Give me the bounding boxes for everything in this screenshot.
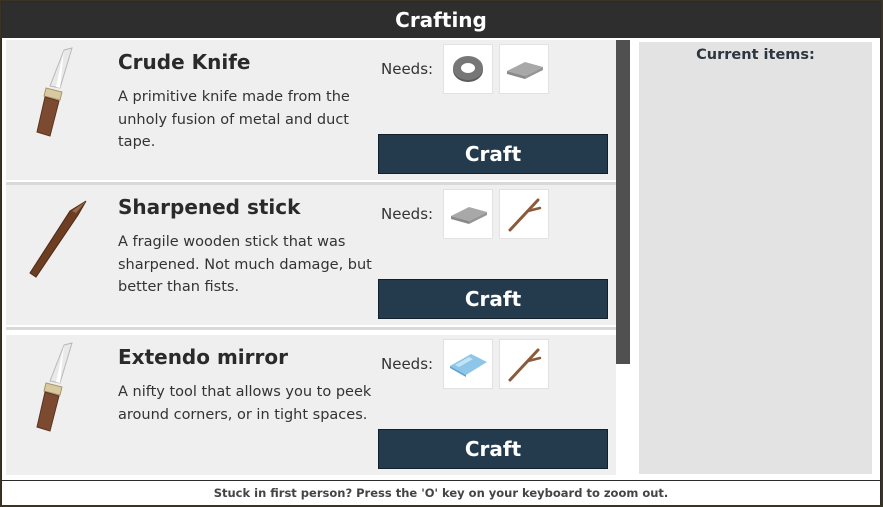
mirror-glass-icon xyxy=(443,339,493,389)
metal-plate-icon xyxy=(443,189,493,239)
knife-icon xyxy=(36,342,73,432)
recipe-row: Sharpened stick A fragile wooden stick t… xyxy=(6,185,616,330)
needs-label: Needs: xyxy=(381,355,434,373)
duct-tape-icon xyxy=(443,44,493,94)
recipe-description: A nifty tool that allows you to peek aro… xyxy=(118,384,372,423)
current-items-panel: Current items: xyxy=(639,42,872,474)
craft-button[interactable]: Craft xyxy=(378,429,608,469)
current-items-title: Current items: xyxy=(696,47,815,63)
footer-hint: Stuck in first person? Press the 'O' key… xyxy=(2,480,880,505)
craft-button[interactable]: Craft xyxy=(378,134,608,174)
needs-label: Needs: xyxy=(381,205,434,223)
sharpened-stick-icon xyxy=(29,200,87,278)
knife-icon xyxy=(36,47,73,137)
stick-icon xyxy=(499,339,549,389)
crafting-window: Crafting Crude Knife A primitive knife m… xyxy=(1,1,881,505)
craft-button[interactable]: Craft xyxy=(378,279,608,319)
row-divider xyxy=(6,327,616,330)
metal-plate-icon xyxy=(499,44,549,94)
window-title: Crafting xyxy=(2,2,880,38)
recipe-scrollbar[interactable] xyxy=(616,40,630,476)
recipe-description: A primitive knife made from the unholy f… xyxy=(118,89,350,150)
recipe-name: Sharpened stick xyxy=(118,195,301,219)
stick-icon xyxy=(499,189,549,239)
recipe-name: Crude Knife xyxy=(118,50,251,74)
recipe-list[interactable]: Crude Knife A primitive knife made from … xyxy=(6,40,616,476)
recipe-description: A fragile wooden stick that was sharpene… xyxy=(118,234,372,295)
recipe-row: Crude Knife A primitive knife made from … xyxy=(6,40,616,185)
recipe-row: Extendo mirror A nifty tool that allows … xyxy=(6,335,616,475)
recipe-name: Extendo mirror xyxy=(118,345,288,369)
scroll-thumb[interactable] xyxy=(616,40,630,364)
needs-label: Needs: xyxy=(381,60,434,78)
